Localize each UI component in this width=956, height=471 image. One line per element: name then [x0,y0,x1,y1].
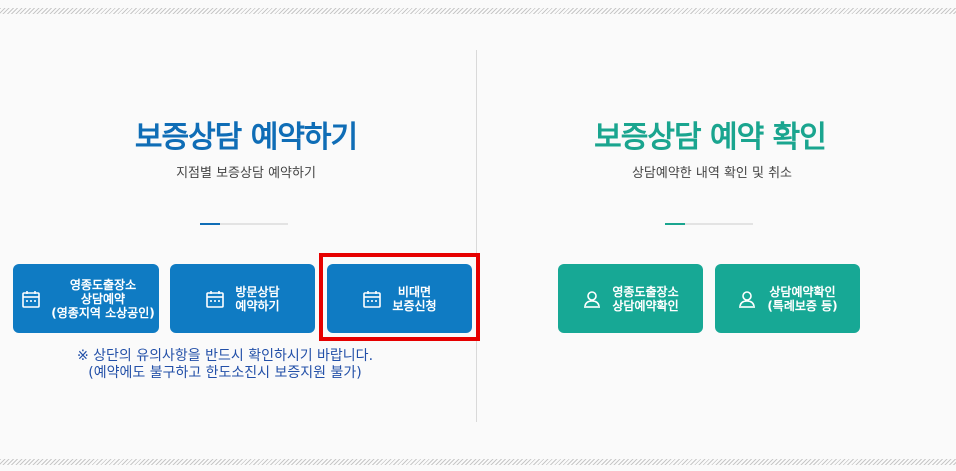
user-icon [584,290,601,308]
top-stripe-divider [0,8,956,14]
button-label: 비대면 보증신청 [392,284,437,313]
section-divider [476,50,477,422]
calendar-icon [363,290,382,308]
user-icon [739,290,756,308]
button-label: 영종도출장소 상담예약확인 [612,284,679,313]
confirm-subtitle: 상담예약한 내역 확인 및 취소 [631,166,793,181]
online-guarantee-button[interactable]: 비대면 보증신청 [327,264,472,333]
yeongjong-reservation-button[interactable]: 영종도출장소 상담예약 (영종지역 소상공인) [13,264,159,333]
reserve-title-underline [200,223,288,225]
calendar-icon [22,290,41,308]
confirm-title: 보증상담 예약 확인 [594,120,827,155]
visit-reservation-button[interactable]: 방문상담 예약하기 [170,264,315,333]
button-label: 방문상담 예약하기 [235,284,280,313]
reserve-subtitle: 지점별 보증상담 예약하기 [176,166,316,181]
special-guarantee-confirm-button[interactable]: 상담예약확인 (특례보증 등) [715,264,860,333]
confirm-title-underline [665,223,753,225]
yeongjong-confirm-button[interactable]: 영종도출장소 상담예약확인 [558,264,703,333]
calendar-icon [206,290,225,308]
bottom-stripe-divider [0,459,956,465]
button-label: 영종도출장소 상담예약 (영종지역 소상공인) [51,277,155,320]
button-label: 상담예약확인 (특례보증 등) [767,284,838,313]
notice-text: ※ 상단의 유의사항을 반드시 확인하시기 바랍니다. (예약에도 불구하고 한… [76,348,374,381]
reserve-title: 보증상담 예약하기 [134,120,358,155]
